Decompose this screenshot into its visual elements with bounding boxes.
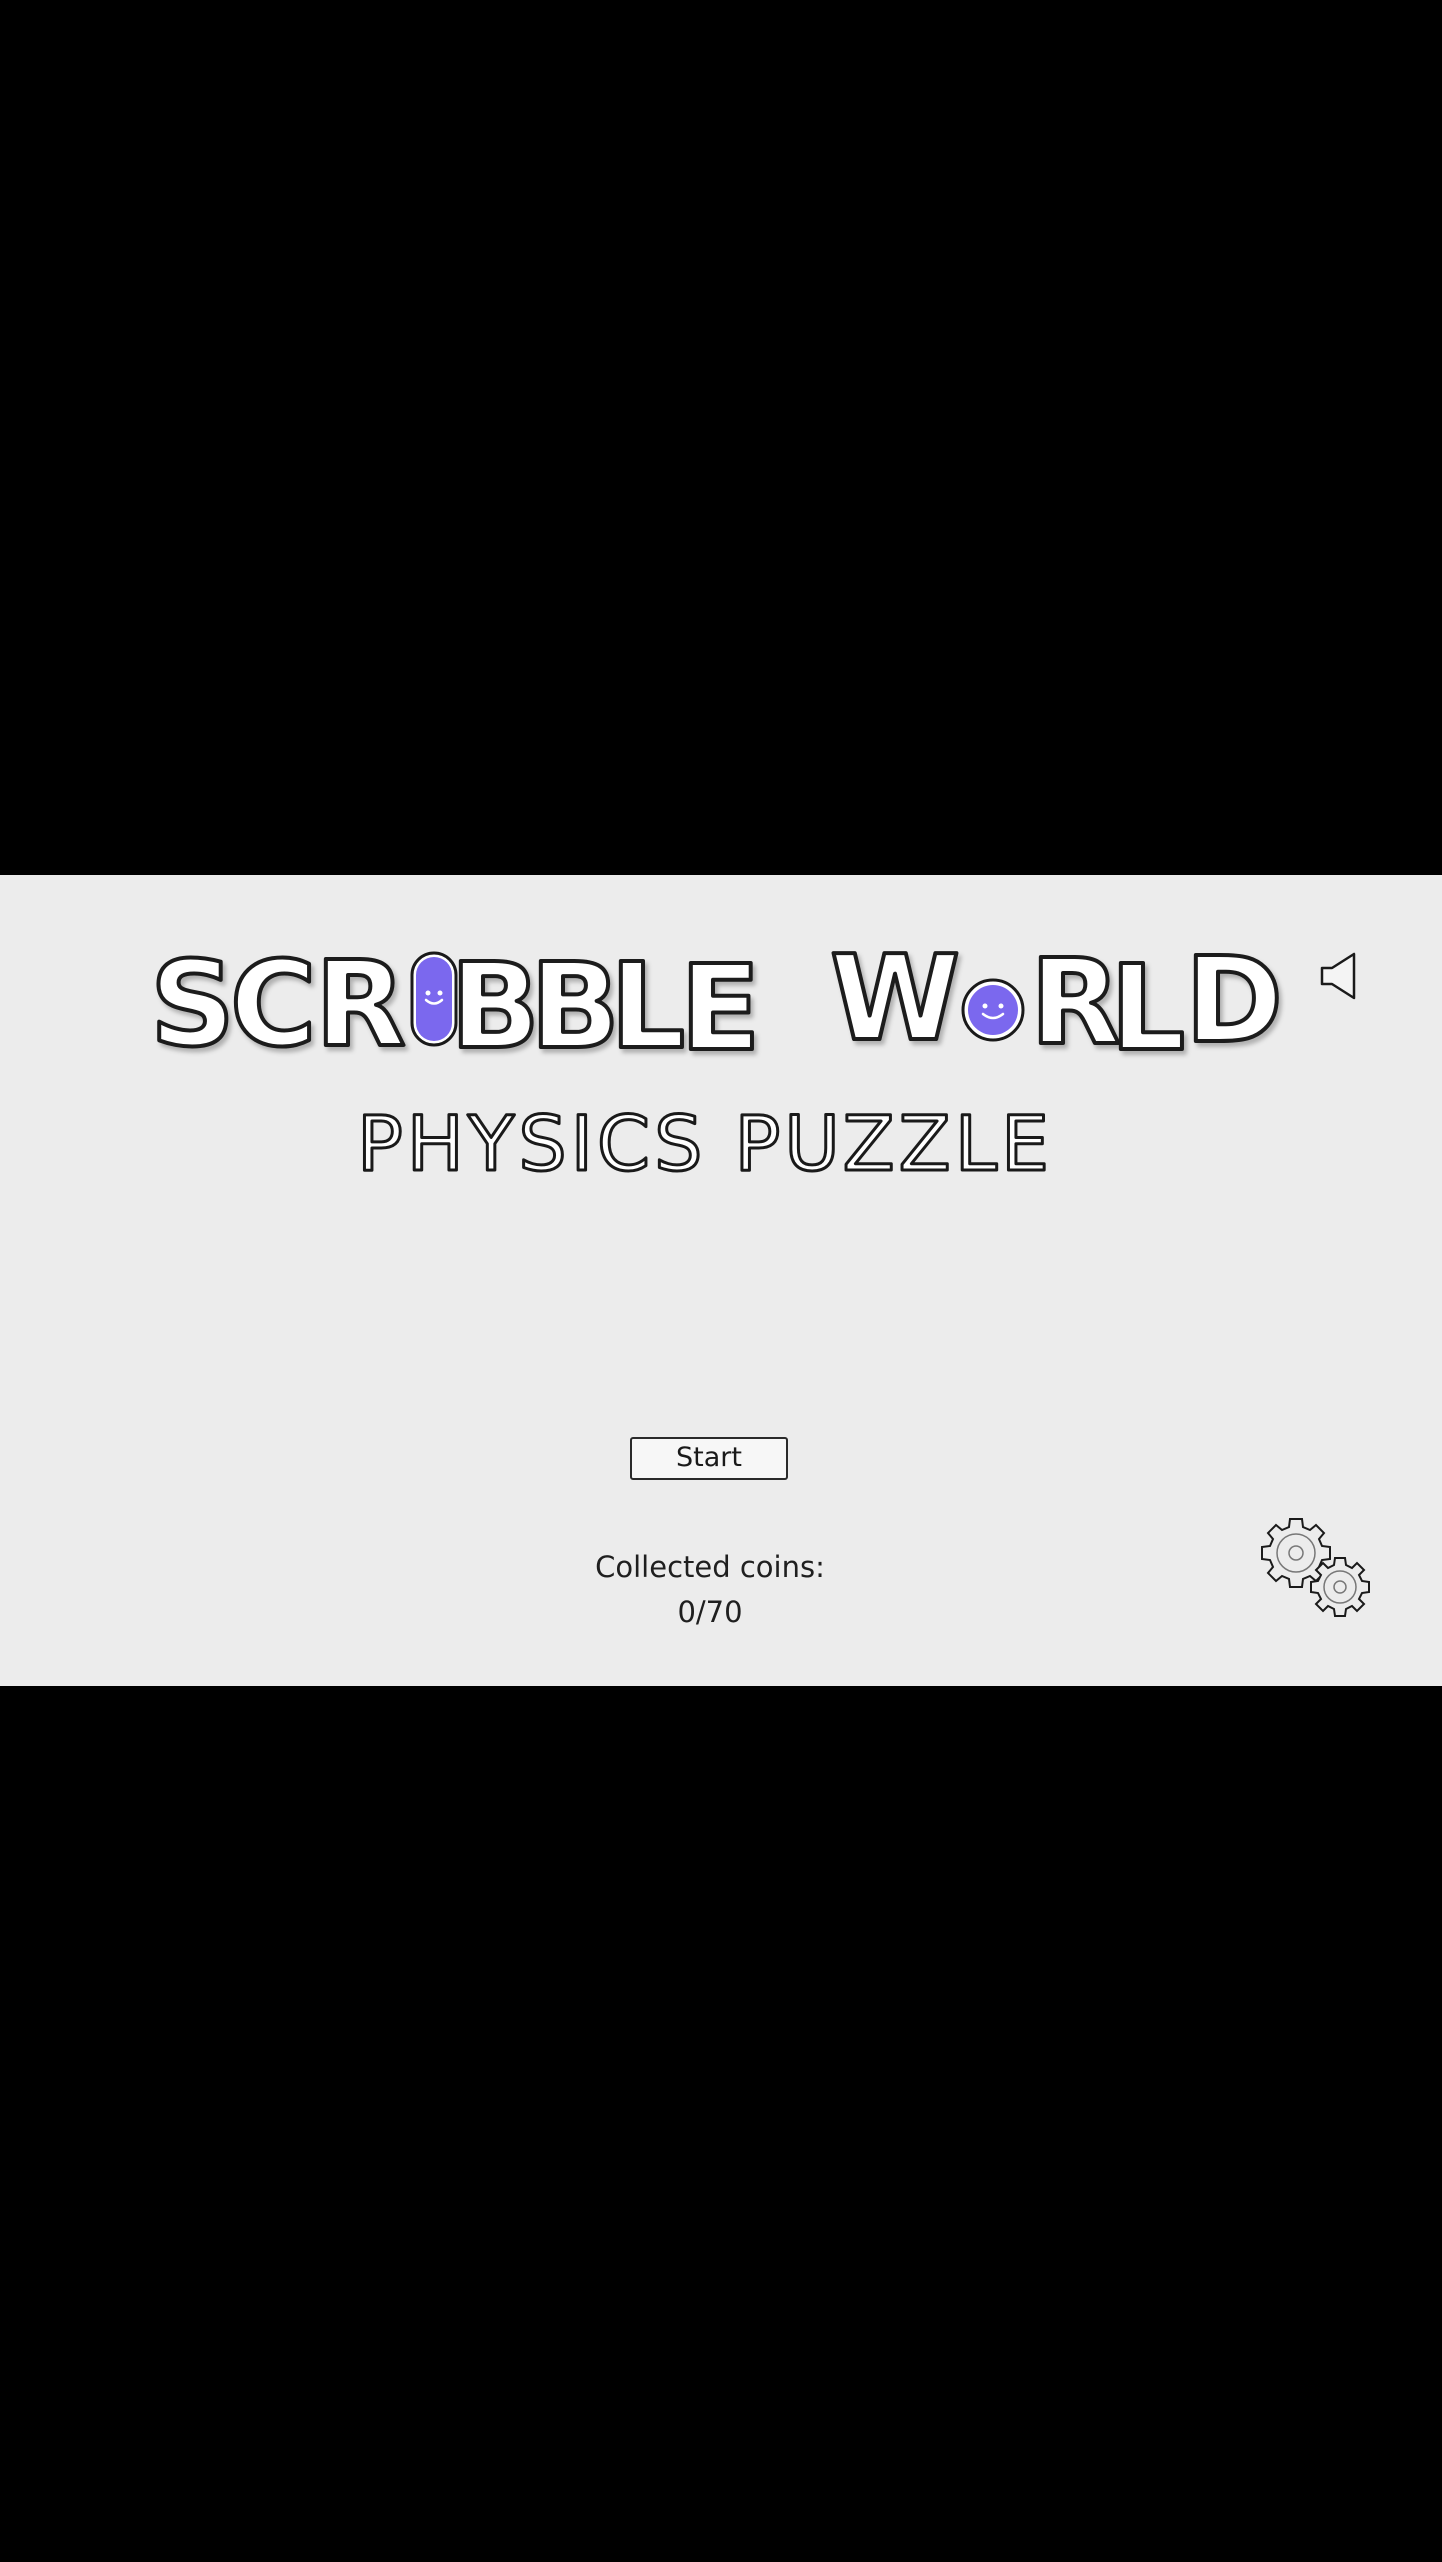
svg-text:D: D <box>1185 931 1283 1069</box>
game-logo-art: S C R B B L E W R L D <box>148 927 1285 1079</box>
svg-text:L: L <box>610 937 685 1075</box>
game-screen: S C R B B L E W R L D PHYSICS PUZZLE Sta… <box>0 875 1442 1686</box>
svg-text:W: W <box>830 929 960 1067</box>
pill-character <box>410 951 458 1047</box>
svg-text:B: B <box>450 937 540 1075</box>
sound-toggle-button[interactable] <box>1318 950 1362 1002</box>
game-subtitle: PHYSICS PUZZLE <box>355 1090 1050 1190</box>
speaker-icon <box>1320 952 1356 1000</box>
collected-coins-label: Collected coins: <box>595 1550 825 1584</box>
svg-text:C: C <box>230 935 317 1073</box>
subtitle-text: PHYSICS PUZZLE <box>357 1099 1053 1188</box>
gears-icon <box>1261 1518 1370 1617</box>
svg-text:B: B <box>530 937 620 1075</box>
start-button[interactable]: Start <box>630 1437 788 1480</box>
svg-text:S: S <box>150 935 235 1073</box>
settings-button[interactable] <box>1258 1515 1374 1620</box>
game-subtitle-art: PHYSICS PUZZLE <box>355 1098 1050 1190</box>
svg-text:R: R <box>1030 933 1121 1071</box>
game-logo: S C R B B L E W R L D <box>148 927 1285 1079</box>
svg-text:L: L <box>1110 939 1185 1077</box>
svg-text:R: R <box>315 935 406 1073</box>
collected-coins-value: 0/70 <box>677 1595 743 1629</box>
ball-character <box>961 978 1025 1042</box>
svg-text:E: E <box>680 939 761 1077</box>
